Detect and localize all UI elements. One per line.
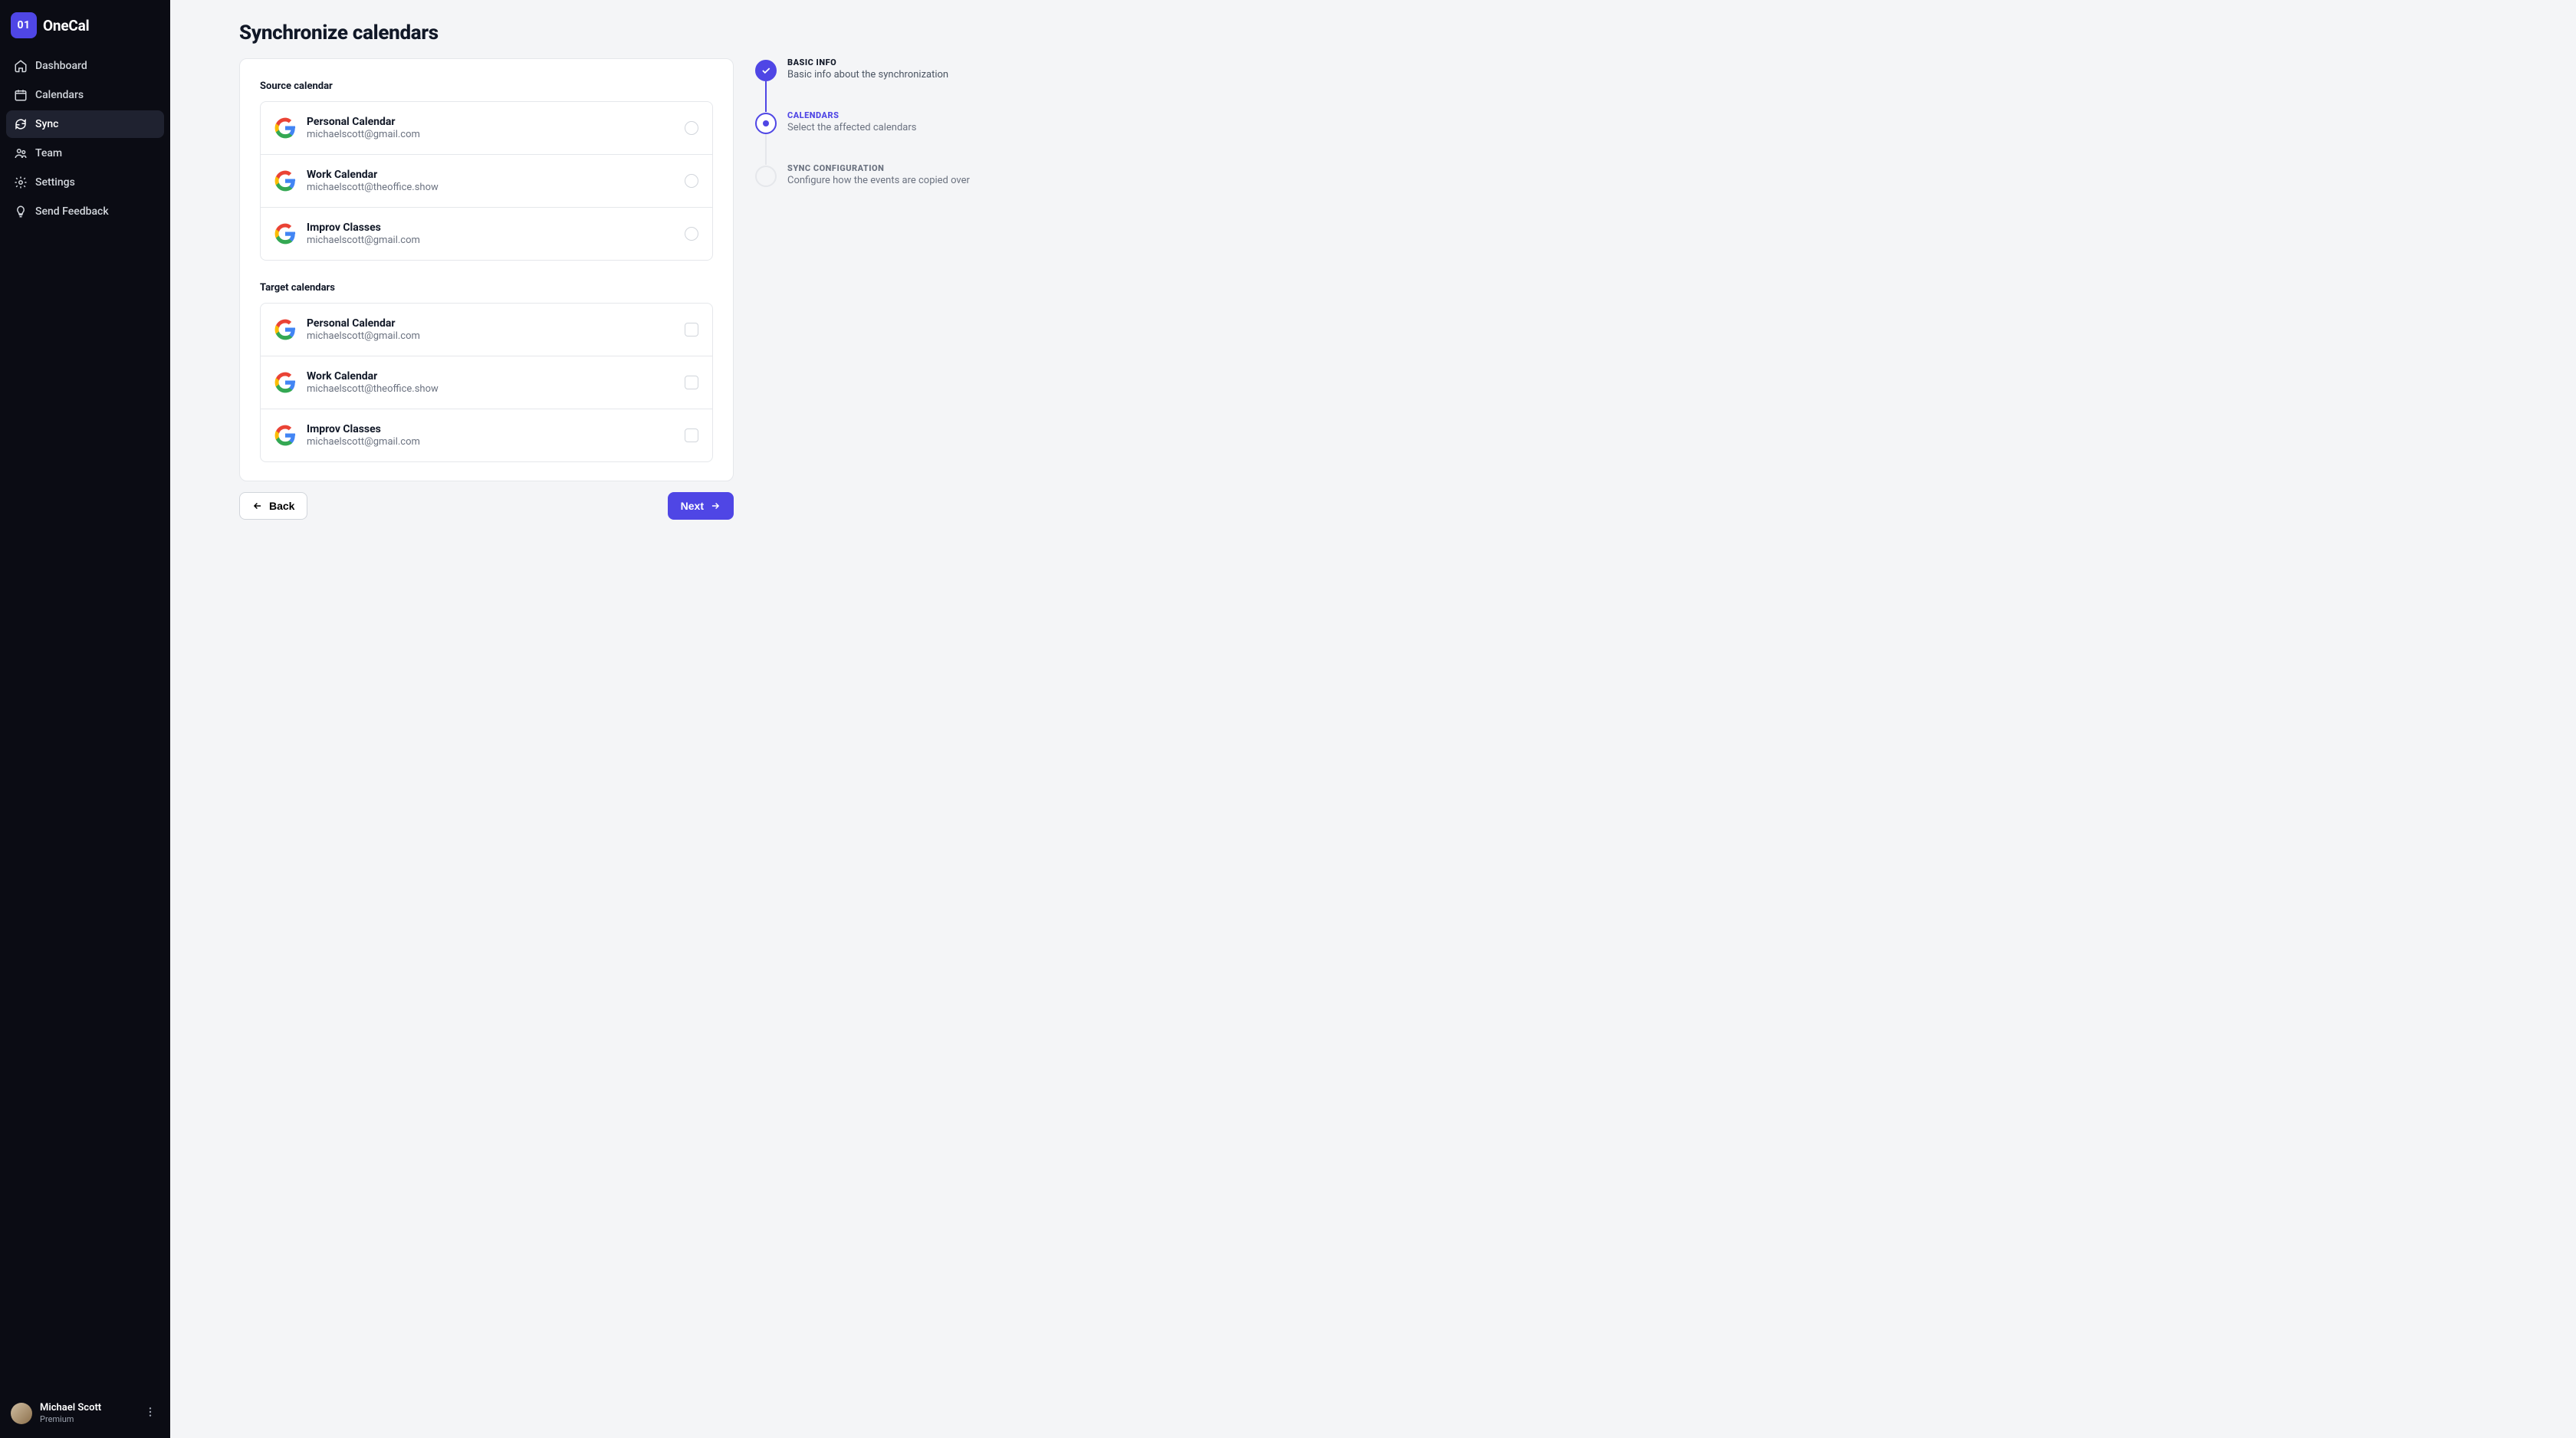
nav-team[interactable]: Team xyxy=(6,140,164,167)
step-calendars: Calendars Select the affected calendars xyxy=(755,113,970,166)
next-button[interactable]: Next xyxy=(668,492,734,520)
target-heading: Target calendars xyxy=(260,282,713,294)
main-content: Synchronize calendars Source calendar Pe… xyxy=(170,0,2576,1438)
nav-label: Calendars xyxy=(35,89,84,101)
target-checkbox[interactable] xyxy=(685,323,698,337)
target-calendar-row[interactable]: Work Calendar michaelscott@theoffice.sho… xyxy=(261,356,712,409)
nav-settings[interactable]: Settings xyxy=(6,169,164,196)
calendar-email: michaelscott@theoffice.show xyxy=(307,182,439,193)
primary-nav: Dashboard Calendars Sync Team xyxy=(6,52,164,225)
google-icon xyxy=(274,117,296,139)
arrow-left-icon xyxy=(252,501,263,511)
calendar-email: michaelscott@gmail.com xyxy=(307,436,420,448)
calendar-email: michaelscott@theoffice.show xyxy=(307,383,439,395)
google-icon xyxy=(274,223,296,245)
back-button[interactable]: Back xyxy=(239,492,307,520)
nav-label: Team xyxy=(35,147,62,159)
brand-mark: 01 xyxy=(11,12,37,38)
google-icon xyxy=(274,372,296,393)
step-desc: Basic info about the synchronization xyxy=(787,69,948,80)
source-calendar-row[interactable]: Personal Calendar michaelscott@gmail.com xyxy=(261,102,712,155)
step-bullet-completed xyxy=(755,60,777,81)
more-vertical-icon xyxy=(144,1406,156,1418)
gear-icon xyxy=(14,176,28,189)
calendar-name: Improv Classes xyxy=(307,222,420,234)
calendar-name: Work Calendar xyxy=(307,169,439,181)
calendar-name: Personal Calendar xyxy=(307,317,420,330)
step-title: Calendars xyxy=(787,110,916,120)
nav-label: Send Feedback xyxy=(35,205,109,218)
source-calendar-row[interactable]: Improv Classes michaelscott@gmail.com xyxy=(261,208,712,260)
step-sync-config: Sync Configuration Configure how the eve… xyxy=(755,166,970,187)
source-list: Personal Calendar michaelscott@gmail.com… xyxy=(260,101,713,261)
step-bullet-upcoming xyxy=(755,166,777,187)
source-radio[interactable] xyxy=(685,227,698,241)
calendar-email: michaelscott@gmail.com xyxy=(307,129,420,140)
source-radio[interactable] xyxy=(685,174,698,188)
sync-icon xyxy=(14,117,28,131)
nav-calendars[interactable]: Calendars xyxy=(6,81,164,109)
step-title: Sync Configuration xyxy=(787,163,970,173)
source-calendar-row[interactable]: Work Calendar michaelscott@theoffice.sho… xyxy=(261,155,712,208)
step-title: Basic Info xyxy=(787,57,948,67)
next-label: Next xyxy=(681,500,704,512)
brand: 01 OneCal xyxy=(6,11,164,52)
target-calendar-row[interactable]: Personal Calendar michaelscott@gmail.com xyxy=(261,304,712,356)
back-label: Back xyxy=(269,500,294,512)
check-icon xyxy=(761,65,771,76)
google-icon xyxy=(274,425,296,446)
user-plan: Premium xyxy=(40,1414,101,1424)
target-list: Personal Calendar michaelscott@gmail.com… xyxy=(260,303,713,462)
calendar-email: michaelscott@gmail.com xyxy=(307,330,420,342)
wizard-steps: Basic Info Basic info about the synchron… xyxy=(755,60,970,187)
nav-label: Dashboard xyxy=(35,60,87,72)
brand-name: OneCal xyxy=(43,17,89,34)
lightbulb-icon xyxy=(14,205,28,218)
calendar-selection-card: Source calendar Personal Calendar michae… xyxy=(239,58,734,481)
calendar-icon xyxy=(14,88,28,102)
arrow-right-icon xyxy=(710,501,721,511)
google-icon xyxy=(274,319,296,340)
source-radio[interactable] xyxy=(685,121,698,135)
calendar-name: Personal Calendar xyxy=(307,116,420,128)
step-desc: Configure how the events are copied over xyxy=(787,175,970,186)
nav-dashboard[interactable]: Dashboard xyxy=(6,52,164,80)
user-name: Michael Scott xyxy=(40,1402,101,1414)
source-heading: Source calendar xyxy=(260,80,713,92)
nav-label: Settings xyxy=(35,176,75,189)
avatar xyxy=(11,1403,32,1424)
calendar-name: Improv Classes xyxy=(307,423,420,435)
calendar-name: Work Calendar xyxy=(307,370,439,382)
page-title: Synchronize calendars xyxy=(239,21,2507,44)
step-bullet-active xyxy=(755,113,777,134)
home-icon xyxy=(14,59,28,73)
team-icon xyxy=(14,146,28,160)
step-desc: Select the affected calendars xyxy=(787,122,916,133)
step-basic-info: Basic Info Basic info about the synchron… xyxy=(755,60,970,113)
nav-label: Sync xyxy=(35,118,58,130)
sidebar-user: Michael Scott Premium xyxy=(6,1394,164,1432)
user-menu-button[interactable] xyxy=(141,1403,159,1424)
target-calendar-row[interactable]: Improv Classes michaelscott@gmail.com xyxy=(261,409,712,461)
target-checkbox[interactable] xyxy=(685,376,698,389)
sidebar: 01 OneCal Dashboard Calendars Sync xyxy=(0,0,170,1438)
nav-sync[interactable]: Sync xyxy=(6,110,164,138)
calendar-email: michaelscott@gmail.com xyxy=(307,235,420,246)
google-icon xyxy=(274,170,296,192)
nav-feedback[interactable]: Send Feedback xyxy=(6,198,164,225)
target-checkbox[interactable] xyxy=(685,428,698,442)
